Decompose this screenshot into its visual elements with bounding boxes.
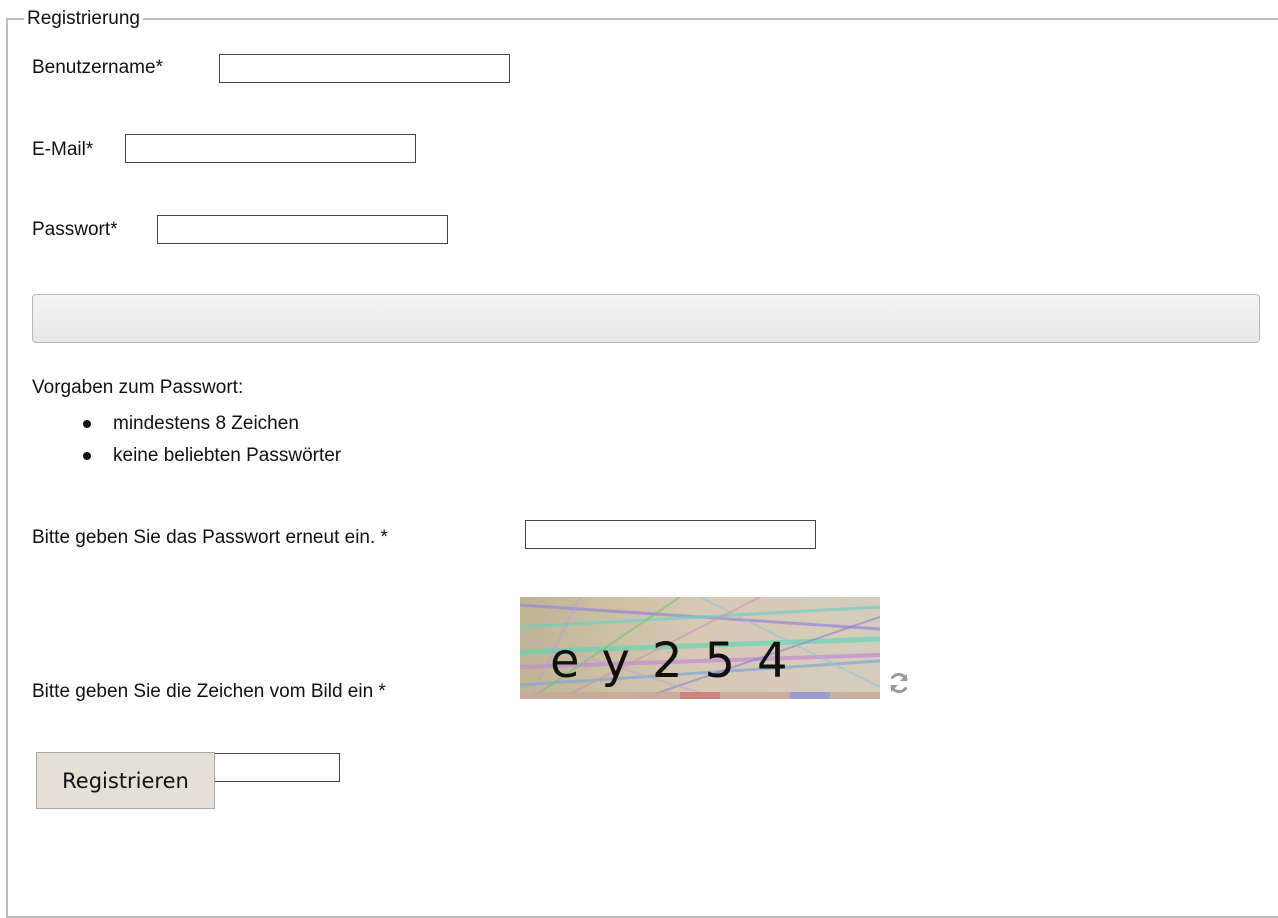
password-rules-title: Vorgaben zum Passwort:	[32, 377, 244, 398]
password-rules-list: mindestens 8 Zeichen keine beliebten Pas…	[78, 408, 341, 472]
username-label: Benutzername*	[32, 57, 163, 78]
captcha-label: Bitte geben Sie die Zeichen vom Bild ein…	[32, 681, 386, 702]
email-label: E-Mail*	[32, 139, 94, 160]
captcha-text: ey254	[550, 633, 810, 689]
password-input[interactable]	[157, 215, 448, 244]
password-rule-item: mindestens 8 Zeichen	[78, 408, 341, 440]
register-button[interactable]: Registrieren	[36, 752, 215, 809]
username-input[interactable]	[219, 54, 510, 83]
password-label: Passwort*	[32, 219, 118, 240]
password-repeat-label: Bitte geben Sie das Passwort erneut ein.…	[32, 527, 388, 548]
email-input[interactable]	[125, 134, 416, 163]
password-repeat-input[interactable]	[525, 520, 816, 549]
password-rule-item: keine beliebten Passwörter	[78, 440, 341, 472]
refresh-icon[interactable]	[887, 671, 911, 695]
fieldset-legend: Registrierung	[24, 7, 143, 31]
captcha-image: ey254	[520, 597, 880, 699]
password-strength-meter	[32, 294, 1260, 343]
